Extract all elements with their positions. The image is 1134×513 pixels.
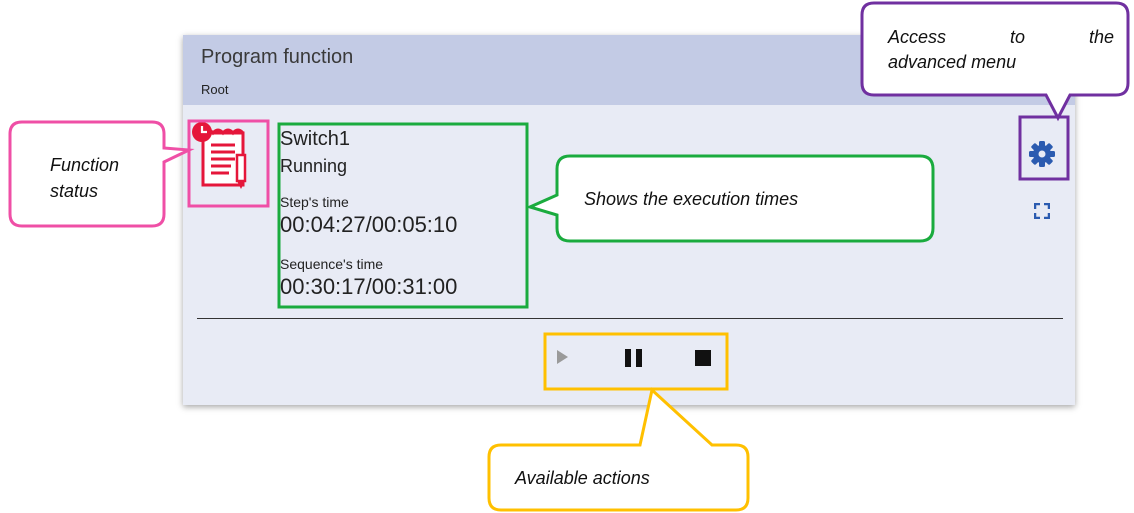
callout-available-actions-shape <box>487 387 750 512</box>
annotation-available-actions: Available actions <box>515 468 650 488</box>
